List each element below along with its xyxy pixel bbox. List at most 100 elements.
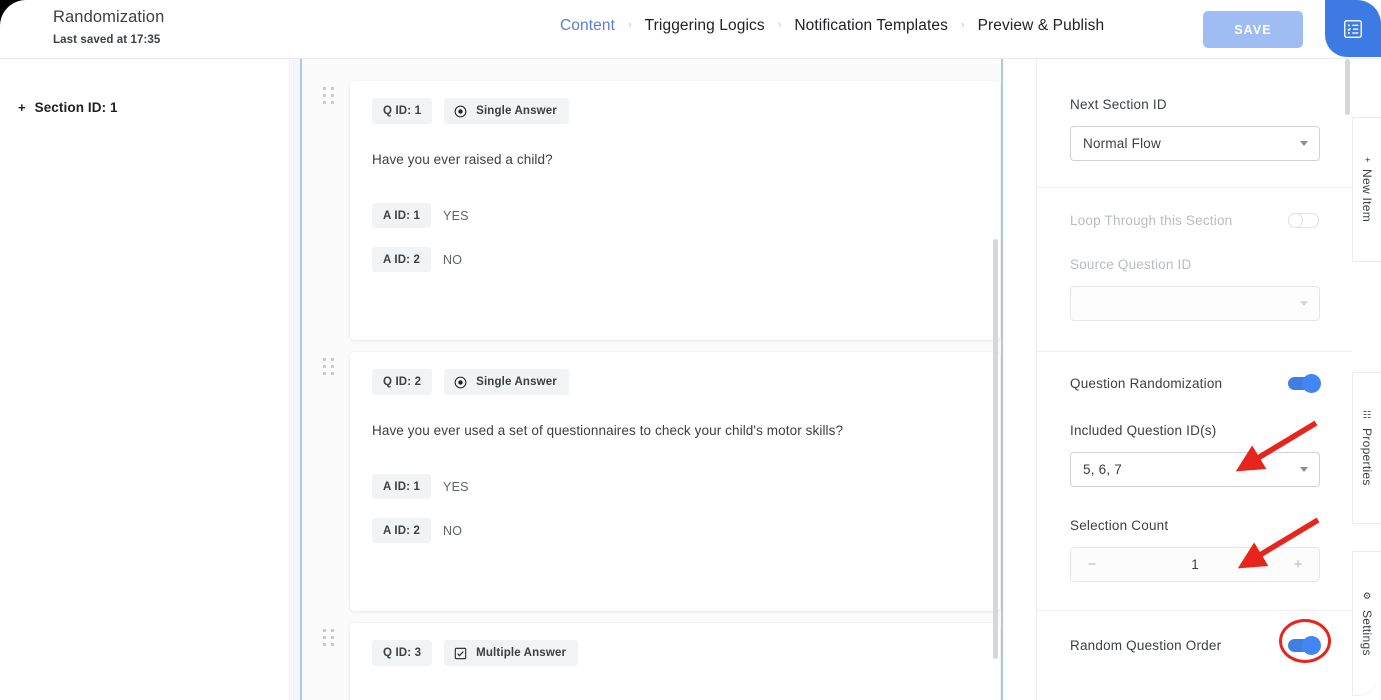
answer-value: NO xyxy=(443,523,463,538)
question-text: Have you ever raised a child? xyxy=(372,152,553,167)
rail-tab-properties[interactable]: ☷ Properties xyxy=(1352,372,1381,524)
answer-value: YES xyxy=(443,479,469,494)
sliders-icon: ☷ xyxy=(1361,409,1373,422)
loop-section-label: Loop Through this Section xyxy=(1070,213,1233,228)
sidebar-item-section-1[interactable]: + Section ID: 1 xyxy=(18,100,118,115)
next-section-select[interactable]: Normal Flow xyxy=(1070,126,1320,161)
drag-handle[interactable] xyxy=(323,629,339,647)
question-randomization-toggle[interactable] xyxy=(1288,374,1321,393)
decrement-button[interactable]: − xyxy=(1085,557,1099,572)
question-type-label: Single Answer xyxy=(476,376,557,388)
drag-handle[interactable] xyxy=(323,87,339,105)
tab-preview-publish[interactable]: Preview & Publish xyxy=(966,17,1117,35)
question-id-chip: Q ID: 2 xyxy=(372,369,433,395)
answer-id-chip: A ID: 1 xyxy=(372,474,432,499)
answer-row[interactable]: A ID: 2 NO xyxy=(372,518,1000,543)
rail-tab-properties-content: ☷ Properties xyxy=(1360,410,1374,486)
nav-separator-2: › xyxy=(777,19,782,31)
selection-count-label: Selection Count xyxy=(1070,518,1169,533)
tab-content[interactable]: Content xyxy=(548,17,627,35)
gear-icon: ⚙ xyxy=(1361,591,1373,603)
question-meta-row: Q ID: 3 Multiple Answer xyxy=(350,623,1000,666)
question-meta-row: Q ID: 1 Single Answer xyxy=(350,81,1000,124)
source-question-select[interactable] xyxy=(1070,286,1320,321)
question-randomization-label: Question Randomization xyxy=(1070,376,1223,391)
increment-button[interactable]: + xyxy=(1291,557,1305,572)
checklist-icon xyxy=(1344,19,1362,38)
question-type-chip: Single Answer xyxy=(444,98,569,124)
app-window: Randomization Last saved at 17:35 Conten… xyxy=(0,0,1381,700)
question-type-chip: Multiple Answer xyxy=(444,640,579,666)
checklist-icon-button[interactable] xyxy=(1325,0,1381,57)
sidebar-item-label: Section ID: 1 xyxy=(34,100,118,115)
selection-count-stepper[interactable]: − 1 + xyxy=(1070,547,1320,582)
question-type-label: Single Answer xyxy=(476,105,557,117)
plus-icon: + xyxy=(1361,156,1373,163)
tab-notification-templates[interactable]: Notification Templates xyxy=(782,17,960,35)
page-title: Randomization xyxy=(53,8,165,26)
canvas-scrollbar[interactable] xyxy=(993,239,998,659)
loop-section-row: Loop Through this Section xyxy=(1070,213,1319,228)
question-type-label: Multiple Answer xyxy=(476,647,567,659)
question-canvas-inner: Q ID: 1 Single Answer Have you ever rais… xyxy=(300,59,1003,700)
answer-value: YES xyxy=(443,208,469,223)
left-sidebar: + Section ID: 1 xyxy=(0,59,290,700)
question-text: Have you ever used a set of questionnair… xyxy=(372,423,844,438)
answer-row[interactable]: A ID: 1 YES xyxy=(372,203,1000,228)
properties-panel: Next Section ID Normal Flow Loop Through… xyxy=(1036,59,1352,700)
rail-tab-new-item[interactable]: + New Item xyxy=(1352,117,1381,262)
rail-tab-label: Properties xyxy=(1360,428,1374,486)
answer-list: A ID: 1 YES A ID: 2 NO xyxy=(350,167,1000,296)
last-saved-status: Last saved at 17:35 xyxy=(53,34,161,46)
answer-id-chip: A ID: 1 xyxy=(372,203,432,228)
chevron-down-icon xyxy=(1300,141,1308,146)
included-question-ids-select[interactable]: 5, 6, 7 xyxy=(1070,452,1320,487)
answer-id-chip: A ID: 2 xyxy=(372,518,432,543)
tab-triggering-logics[interactable]: Triggering Logics xyxy=(633,17,777,35)
question-canvas: Q ID: 1 Single Answer Have you ever rais… xyxy=(291,59,1003,700)
answer-row[interactable]: A ID: 1 YES xyxy=(372,474,1000,499)
question-card[interactable]: Q ID: 3 Multiple Answer xyxy=(350,623,1000,700)
loop-section-toggle[interactable] xyxy=(1288,213,1319,228)
next-section-block: Next Section ID Normal Flow xyxy=(1037,59,1352,188)
question-card[interactable]: Q ID: 2 Single Answer Have you ever used… xyxy=(350,352,1000,611)
random-question-order-block: Random Question Order xyxy=(1037,611,1352,680)
properties-scrollbar[interactable] xyxy=(1345,59,1350,115)
included-question-ids-label: Included Question ID(s) xyxy=(1070,423,1217,438)
random-question-order-row: Random Question Order xyxy=(1070,636,1321,655)
drag-handle[interactable] xyxy=(323,358,339,376)
question-randomization-row: Question Randomization xyxy=(1070,374,1321,393)
expand-plus-icon: + xyxy=(18,100,26,115)
save-button[interactable]: SAVE xyxy=(1203,11,1303,48)
randomization-block: Question Randomization Included Question… xyxy=(1037,352,1352,611)
selection-count-value: 1 xyxy=(1191,557,1199,572)
breadcrumb-nav: Content › Triggering Logics › Notificati… xyxy=(548,17,1116,35)
loop-section-block: Loop Through this Section Source Questio… xyxy=(1037,188,1352,352)
top-bar: Randomization Last saved at 17:35 Conten… xyxy=(0,0,1381,59)
rail-tab-new-item-content: + New Item xyxy=(1360,157,1374,223)
next-section-label: Next Section ID xyxy=(1070,97,1167,112)
rail-tab-settings-content: ⚙ Settings xyxy=(1360,591,1374,655)
random-question-order-toggle[interactable] xyxy=(1288,636,1321,655)
chevron-down-icon xyxy=(1300,467,1308,472)
rail-tab-label: New Item xyxy=(1360,169,1374,223)
rail-tab-label: Settings xyxy=(1360,609,1374,656)
radio-button-icon xyxy=(454,376,467,388)
right-tab-rail: + New Item ☷ Properties ⚙ Settings xyxy=(1352,59,1381,700)
checkbox-icon xyxy=(454,647,467,659)
radio-button-icon xyxy=(454,105,467,117)
nav-separator-3: › xyxy=(960,19,965,31)
question-type-chip: Single Answer xyxy=(444,369,569,395)
answer-row[interactable]: A ID: 2 NO xyxy=(372,247,1000,272)
question-card[interactable]: Q ID: 1 Single Answer Have you ever rais… xyxy=(350,81,1000,340)
rail-tab-settings[interactable]: ⚙ Settings xyxy=(1352,551,1381,696)
next-section-value: Normal Flow xyxy=(1083,136,1161,151)
nav-separator-1: › xyxy=(628,19,632,31)
included-question-ids-value: 5, 6, 7 xyxy=(1083,462,1122,477)
title-block: Randomization Last saved at 17:35 xyxy=(53,7,164,46)
chevron-down-icon xyxy=(1300,301,1308,306)
source-question-label: Source Question ID xyxy=(1070,257,1192,272)
question-id-chip: Q ID: 1 xyxy=(372,98,433,124)
question-id-chip: Q ID: 3 xyxy=(372,640,433,666)
random-question-order-label: Random Question Order xyxy=(1070,638,1222,653)
